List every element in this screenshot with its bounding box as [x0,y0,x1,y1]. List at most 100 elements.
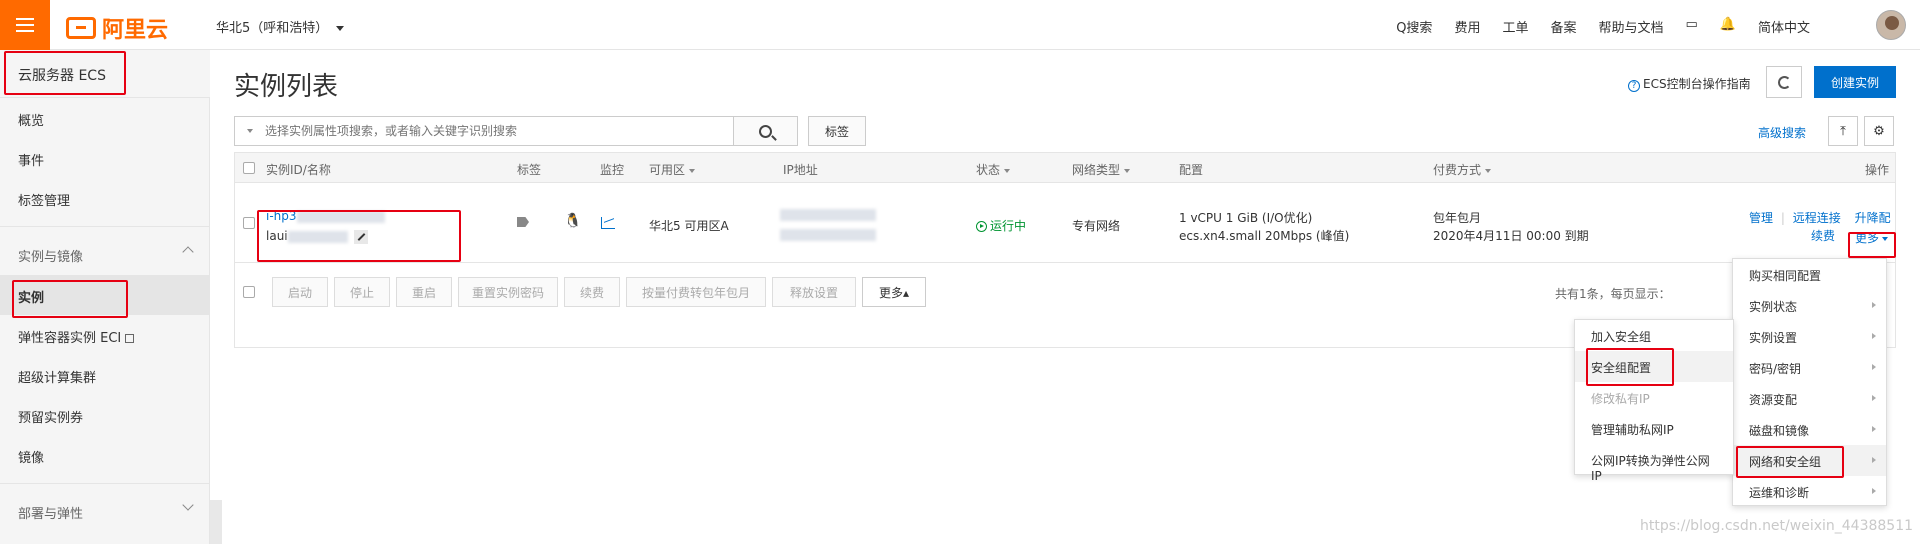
top-nav: Q搜索 费用 工单 备案 帮助与文档 ▭ 🔔 简体中文 [1396,17,1810,36]
row-checkbox[interactable] [243,217,255,229]
sidebar-item-eci[interactable]: 弹性容器实例 ECI [0,315,210,355]
pager-text: 共有1条，每页显示： [1555,287,1671,301]
chevron-up-icon [182,246,194,258]
manage-link[interactable]: 管理 [1749,211,1773,225]
sidebar-item-scc[interactable]: 超级计算集群 [0,355,210,395]
ticket-link[interactable]: 工单 [1502,17,1528,36]
guide-link[interactable]: ? ECS控制台操作指南 [1628,75,1751,92]
release-settings-button[interactable]: 释放设置 [772,277,856,307]
help-icon: ? [1628,80,1640,92]
redacted-id [296,210,385,223]
renew-link[interactable]: 续费 [1811,227,1835,244]
watermark: https://blog.csdn.net/weixin_44388511 [1640,518,1914,534]
col-ip: IP地址 [783,163,818,177]
chevron-down-icon [336,26,345,31]
more-actions-button[interactable]: 更多▴ [862,277,926,307]
create-instance-button[interactable]: 创建实例 [1814,66,1896,98]
menu-item-disk-image[interactable]: 磁盘和镜像 [1733,414,1886,445]
ops-row1: 管理 | 远程连接 升降配 [1749,211,1891,225]
chevron-down-icon [1882,236,1889,241]
more-link[interactable]: 更多 [1855,229,1889,246]
submenu-item-join-sg[interactable]: 加入安全组 [1575,320,1733,351]
region-selector[interactable]: 华北5（呼和浩特） [216,17,345,36]
select-all-checkbox[interactable] [243,162,255,174]
config-line2: ecs.xn4.small 20Mbps (峰值) [1179,229,1350,243]
zone-value: 华北5 可用区A [649,219,729,233]
sidebar-divider [0,483,210,484]
search-box[interactable] [234,116,734,146]
instance-name: laui [266,229,368,244]
col-status[interactable]: 状态 [976,161,1011,178]
stop-button[interactable]: 停止 [334,277,390,307]
sidebar-collapse-handle[interactable] [210,500,222,544]
search-button[interactable] [734,116,798,146]
edit-icon[interactable] [353,229,368,244]
sidebar-item-overview[interactable]: 概览 [0,98,210,138]
sidebar-title: 云服务器 ECS [0,50,210,98]
sidebar-group-deploy[interactable]: 部署与弹性 [0,491,210,531]
remote-connect-link[interactable]: 远程连接 [1793,211,1841,225]
sidebar-item-tags[interactable]: 标签管理 [0,178,210,218]
page-title: 实例列表 [234,72,339,102]
billing-link[interactable]: 费用 [1454,17,1480,36]
start-button[interactable]: 启动 [272,277,328,307]
table-row: i-hp3 laui 🐧 华北5 可用区A 运行中 专有网络 1 vCPU 1 … [235,183,1895,263]
menu-icon[interactable] [0,0,50,50]
convert-billing-button[interactable]: 按量付费转包年包月 [626,277,766,307]
submenu-item-modify-private-ip[interactable]: 修改私有IP [1575,382,1733,413]
export-icon[interactable]: ⤒ [1828,116,1858,146]
aliyun-logo[interactable]: 阿里云 [66,12,168,44]
menu-item-buy-same[interactable]: 购买相同配置 [1733,259,1886,290]
terminal-icon[interactable]: ▭ [1686,17,1698,36]
docs-link[interactable]: 帮助与文档 [1598,17,1663,36]
upgrade-link[interactable]: 升降配 [1855,211,1891,225]
submenu-item-secondary-ip[interactable]: 管理辅助私网IP [1575,413,1733,444]
config-line1: 1 vCPU 1 GiB (I/O优化) [1179,211,1313,225]
language-link[interactable]: 简体中文 [1758,17,1810,36]
col-zone[interactable]: 可用区 [649,161,696,178]
chevron-right-icon [1872,488,1876,494]
avatar[interactable] [1876,10,1906,40]
menu-item-ops-diagnosis[interactable]: 运维和诊断 [1733,476,1886,507]
monitor-chart-icon[interactable] [601,217,615,229]
menu-item-network-security[interactable]: 网络和安全组 [1733,445,1886,476]
sidebar-item-instances[interactable]: 实例 [0,275,210,315]
sidebar-item-reserved[interactable]: 预留实例券 [0,395,210,435]
col-config: 配置 [1179,163,1204,177]
search-input[interactable] [265,122,685,140]
restart-button[interactable]: 重启 [396,277,452,307]
submenu-item-sg-config[interactable]: 安全组配置 [1575,351,1733,382]
sidebar-group-instances[interactable]: 实例与镜像 [0,234,210,274]
external-link-icon [125,334,135,343]
network-value: 专有网络 [1072,219,1121,233]
sidebar-item-images[interactable]: 镜像 [0,435,210,475]
instance-id[interactable]: i-hp3 [266,209,385,223]
renew-button[interactable]: 续费 [564,277,620,307]
running-icon [976,221,987,232]
chevron-right-icon [1872,457,1876,463]
sidebar-item-events[interactable]: 事件 [0,138,210,178]
bell-icon[interactable]: 🔔 [1720,17,1736,36]
menu-item-instance-settings[interactable]: 实例设置 [1733,321,1886,352]
refresh-button[interactable] [1766,66,1802,98]
reset-password-button[interactable]: 重置实例密码 [458,277,558,307]
tag-icon[interactable] [517,217,529,227]
search-link[interactable]: Q搜索 [1396,17,1432,36]
tag-filter-button[interactable]: 标签 [808,116,866,146]
col-billing[interactable]: 付费方式 [1433,161,1492,178]
menu-item-resize[interactable]: 资源变配 [1733,383,1886,414]
col-network[interactable]: 网络类型 [1072,161,1131,178]
top-bar: 阿里云 华北5（呼和浩特） Q搜索 费用 工单 备案 帮助与文档 ▭ 🔔 简体中… [0,0,1920,50]
redacted-ip [780,209,876,221]
menu-item-password-key[interactable]: 密码/密钥 [1733,352,1886,383]
chevron-down-icon[interactable] [247,129,253,133]
select-all-checkbox[interactable] [243,286,255,298]
menu-item-instance-status[interactable]: 实例状态 [1733,290,1886,321]
ip-value [780,209,876,241]
gear-icon[interactable]: ⚙ [1864,116,1894,146]
sidebar-divider [0,226,210,227]
chevron-right-icon [1872,302,1876,308]
advanced-search-link[interactable]: 高级搜索 [1758,124,1806,141]
submenu-item-eip-convert[interactable]: 公网IP转换为弹性公网IP [1575,444,1733,483]
icp-link[interactable]: 备案 [1550,17,1576,36]
